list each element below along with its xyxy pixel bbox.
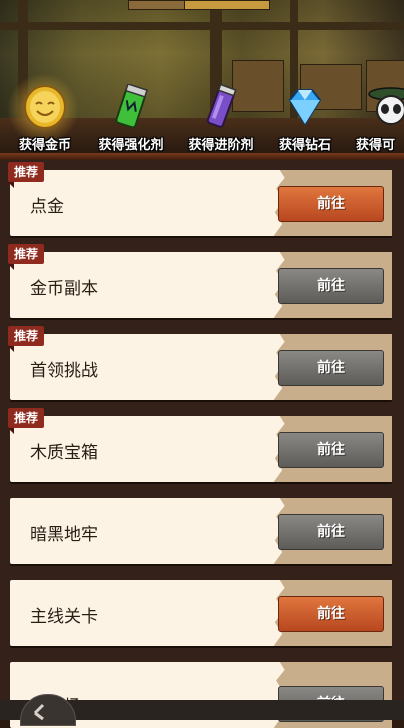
recommend-badge: 推荐 [8, 326, 45, 352]
recommend-badge: 推荐 [8, 408, 45, 434]
back-button[interactable] [20, 694, 76, 726]
tab-label: 获得钻石 [278, 138, 331, 153]
tab-advance[interactable]: 获得进阶剂 [178, 80, 264, 156]
list-item: 暗黑地牢 前往 [10, 498, 392, 564]
list-item: 木质宝箱 推荐 前往 [8, 408, 392, 482]
bottom-bar [0, 694, 404, 726]
go-button[interactable]: 前往 [278, 186, 384, 222]
reward-tab-bar: 获得金币 获得强化剂 获得进阶剂 获得钻石 获得可 [0, 74, 404, 156]
tab-label: 获得金币 [18, 138, 71, 153]
divider [0, 153, 404, 160]
item-title: 金币副本 [30, 279, 98, 299]
item-title: 点金 [30, 197, 64, 217]
list-item: 点金 推荐 前往 [8, 162, 392, 236]
gold-coin-icon [24, 85, 66, 129]
purple-potion-icon [206, 84, 237, 128]
item-title: 首领挑战 [30, 361, 98, 381]
list-item: 主线关卡 前往 [10, 580, 392, 646]
tab-label: 获得进阶剂 [188, 138, 254, 153]
back-arrow-icon [33, 703, 45, 721]
tab-label: 获得可 [356, 138, 396, 153]
panda-hero-icon [368, 87, 404, 125]
tab-label: 获得强化剂 [98, 138, 164, 153]
list-item: 首领挑战 推荐 前往 [8, 326, 392, 400]
tab-gold[interactable]: 获得金币 [2, 74, 88, 156]
go-button[interactable]: 前往 [278, 350, 384, 386]
diamond-icon [288, 89, 322, 126]
go-button[interactable]: 前往 [278, 596, 384, 632]
green-potion-icon [115, 84, 148, 129]
tab-hero[interactable]: 获得可 [348, 80, 404, 156]
tab-enhancer[interactable]: 获得强化剂 [88, 80, 174, 156]
source-list: 点金 推荐 前往 金币副本 推荐 前往 首领挑战 推荐 前往 木质宝箱 推荐 前… [0, 160, 404, 728]
tab-diamond[interactable]: 获得钻石 [262, 80, 348, 156]
go-button[interactable]: 前往 [278, 514, 384, 550]
recommend-badge: 推荐 [8, 244, 45, 270]
go-button[interactable]: 前往 [278, 268, 384, 304]
item-title: 暗黑地牢 [30, 525, 98, 545]
go-button[interactable]: 前往 [278, 432, 384, 468]
recommend-badge: 推荐 [8, 162, 45, 188]
list-item: 金币副本 推荐 前往 [8, 244, 392, 318]
item-title: 主线关卡 [30, 607, 98, 627]
item-title: 木质宝箱 [30, 443, 98, 463]
